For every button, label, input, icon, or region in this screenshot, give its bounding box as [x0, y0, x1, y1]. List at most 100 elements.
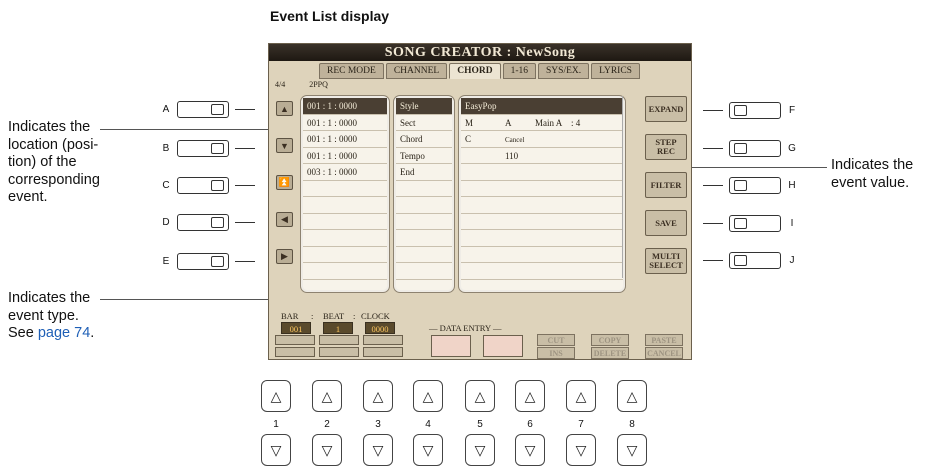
list-item[interactable]: Chord — [396, 131, 452, 148]
triangle-down-icon[interactable]: ▽ — [465, 434, 495, 466]
list-item[interactable]: 001 : 1 : 0000 — [303, 148, 387, 164]
side-button-left[interactable]: D — [161, 214, 255, 231]
triangle-left-icon[interactable]: ◀ — [276, 212, 293, 227]
tab-chord[interactable]: CHORD — [449, 63, 501, 79]
list-item[interactable]: 110 — [461, 148, 623, 164]
list-item[interactable]: 001 : 1 : 0000 — [303, 131, 387, 148]
triangle-right-icon[interactable]: ▶ — [276, 249, 293, 264]
expand-button[interactable]: EXPAND — [645, 96, 687, 122]
connector-dash — [703, 147, 723, 150]
side-button-right[interactable]: J — [703, 252, 797, 269]
list-item[interactable]: Style — [396, 98, 452, 115]
triangle-down-icon[interactable]: ▽ — [312, 434, 342, 466]
panel-button[interactable] — [177, 140, 229, 157]
side-button-left[interactable]: E — [161, 253, 255, 270]
list-item[interactable]: 003 : 1 : 0000 — [303, 164, 387, 181]
tab-1-16[interactable]: 1-16 — [502, 63, 537, 79]
list-item[interactable]: C Cancel — [461, 131, 623, 148]
value-cell: Cancel — [505, 136, 525, 144]
list-item[interactable]: EasyPop — [461, 98, 623, 115]
side-button-right[interactable]: H — [703, 177, 797, 194]
list-item[interactable]: M A Main A: 4 — [461, 115, 623, 131]
side-button-right[interactable]: G — [703, 140, 797, 157]
side-button-left[interactable]: A — [161, 101, 255, 118]
panel-button[interactable] — [729, 177, 781, 194]
filter-button[interactable]: FILTER — [645, 172, 687, 198]
beat-down-button[interactable] — [319, 347, 359, 357]
annotation-line: location (posi- — [8, 136, 99, 153]
panel-button[interactable] — [729, 215, 781, 232]
side-button-label: D — [162, 217, 170, 228]
event-value-list[interactable]: EasyPop M A Main A: 4 C Cancel 110 — [459, 96, 625, 292]
delete-button[interactable]: DELETE — [591, 347, 629, 359]
bar-down-button[interactable] — [275, 347, 315, 357]
list-item[interactable]: 001 : 1 : 0000 — [303, 98, 387, 115]
annotation-period: . — [90, 325, 95, 341]
triangle-down-icon[interactable]: ▽ — [413, 434, 443, 466]
list-item[interactable]: End — [396, 164, 452, 181]
triangle-up-icon[interactable]: △ — [261, 380, 291, 412]
triangle-up-icon[interactable]: △ — [617, 380, 647, 412]
jump-top-icon[interactable]: ⏫ — [276, 175, 293, 190]
tab-rec-mode[interactable]: REC MODE — [319, 63, 384, 79]
side-button-label: B — [162, 143, 170, 154]
panel-button[interactable] — [177, 177, 229, 194]
triangle-up-icon[interactable]: △ — [363, 380, 393, 412]
data-entry-text: DATA ENTRY — [439, 323, 491, 333]
data-entry-small-button[interactable] — [483, 335, 523, 357]
page-link[interactable]: page 74 — [38, 325, 90, 341]
panel-button[interactable] — [729, 140, 781, 157]
multi-select-button[interactable]: MULTI SELECT — [645, 248, 687, 274]
data-entry-large-button[interactable] — [431, 335, 471, 357]
triangle-up-icon[interactable]: △ — [413, 380, 443, 412]
panel-button[interactable] — [729, 102, 781, 119]
annotation-line: Indicates the — [8, 119, 91, 135]
tab-channel[interactable]: CHANNEL — [385, 63, 448, 79]
led-indicator — [734, 180, 747, 191]
triangle-up-icon[interactable]: △ — [465, 380, 495, 412]
triangle-down-icon[interactable]: ▽ — [566, 434, 596, 466]
button-number: 6 — [527, 419, 533, 430]
triangle-down-icon[interactable]: ▽ — [261, 434, 291, 466]
event-type-list[interactable]: Style Sect Chord Tempo End — [394, 96, 454, 292]
clock-up-button[interactable] — [363, 335, 403, 345]
triangle-down-icon[interactable]: ▽ — [363, 434, 393, 466]
tab-lyrics[interactable]: LYRICS — [591, 63, 640, 79]
triangle-down-icon[interactable]: ▽ — [515, 434, 545, 466]
list-item — [396, 263, 452, 280]
triangle-up-icon[interactable]: △ — [515, 380, 545, 412]
button-number: 8 — [629, 419, 635, 430]
triangle-up-icon[interactable]: △ — [312, 380, 342, 412]
list-item[interactable]: Tempo — [396, 148, 452, 164]
separator-colon: : — [353, 311, 356, 321]
beat-up-button[interactable] — [319, 335, 359, 345]
bar-up-button[interactable] — [275, 335, 315, 345]
side-button-label: H — [788, 180, 796, 191]
panel-button[interactable] — [177, 101, 229, 118]
clock-down-button[interactable] — [363, 347, 403, 357]
side-button-right[interactable]: I — [703, 215, 797, 232]
cut-button[interactable]: CUT — [537, 334, 575, 346]
triangle-down-icon[interactable]: ▽ — [617, 434, 647, 466]
triangle-down-icon[interactable]: ▼ — [276, 138, 293, 153]
side-button-right[interactable]: F — [703, 102, 797, 119]
side-button-left[interactable]: B — [161, 140, 255, 157]
save-button[interactable]: SAVE — [645, 210, 687, 236]
panel-button[interactable] — [177, 214, 229, 231]
ins-button[interactable]: INS — [537, 347, 575, 359]
list-item[interactable]: Sect — [396, 115, 452, 131]
location-list[interactable]: 001 : 1 : 0000 001 : 1 : 0000 001 : 1 : … — [301, 96, 389, 292]
cancel-button[interactable]: CANCEL — [645, 347, 683, 359]
panel-button[interactable] — [177, 253, 229, 270]
list-item[interactable]: 001 : 1 : 0000 — [303, 115, 387, 131]
info-bar: 4/4 2PPQ — [275, 80, 350, 89]
side-button-left[interactable]: C — [161, 177, 255, 194]
tab-sys-ex[interactable]: SYS/EX. — [538, 63, 590, 79]
copy-button[interactable]: COPY — [591, 334, 629, 346]
step-rec-button[interactable]: STEP REC — [645, 134, 687, 160]
triangle-up-icon[interactable]: ▲ — [276, 101, 293, 116]
triangle-up-icon[interactable]: △ — [566, 380, 596, 412]
paste-button[interactable]: PASTE — [645, 334, 683, 346]
panel-button[interactable] — [729, 252, 781, 269]
list-item — [461, 214, 623, 230]
